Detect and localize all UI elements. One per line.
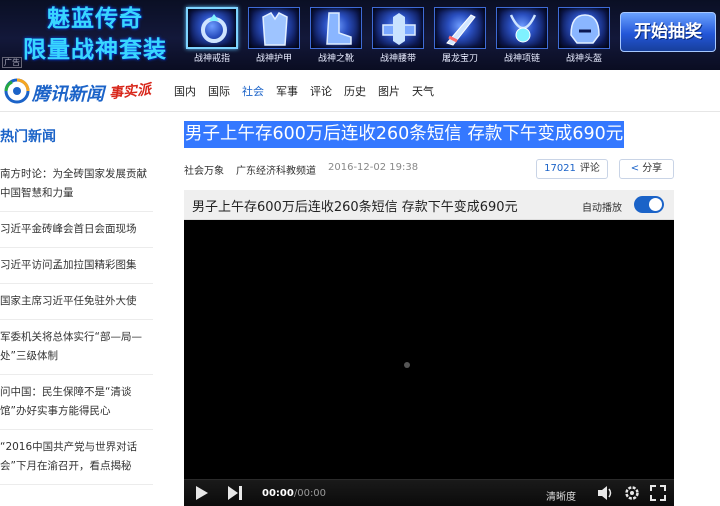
comment-button[interactable]: 17021 评论 (536, 159, 608, 179)
toggle-knob (649, 198, 662, 211)
equip-item-boots[interactable]: 战神之靴 (308, 5, 364, 65)
equip-item-helmet[interactable]: 战神头盔 (556, 5, 612, 65)
time-display: 00:00/00:00 (262, 488, 326, 499)
ring-icon (186, 7, 238, 49)
video-player[interactable]: 男子上午存600万后连收260条短信 存款下午变成690元 自动播放 00:00… (184, 190, 674, 506)
fullscreen-icon[interactable] (649, 484, 667, 502)
start-lottery-button[interactable]: 开始抽奖 (620, 12, 716, 52)
hot-news-list: 南方时论：为全砖国家发展贡献中国智慧和力量 习近平金砖峰会首日会面现场 习近平访… (0, 157, 153, 485)
time-total: /00:00 (293, 488, 327, 499)
equip-label: 战神之靴 (317, 54, 354, 64)
promo-line-1: 魅蓝传奇 (47, 5, 143, 32)
play-icon[interactable] (194, 484, 210, 502)
equip-label: 战神戒指 (193, 54, 230, 64)
share-label: 分享 (642, 163, 663, 174)
article-source[interactable]: 广东经济科教频道 (236, 162, 316, 177)
equip-item-necklace[interactable]: 战神项链 (494, 5, 550, 65)
list-item[interactable]: “2016中国共产党与世界对话会”下月在渝召开，看点揭秘 (0, 430, 153, 485)
equipment-list: 战神戒指 战神护甲 战神之靴 战神腰带 屠龙宝刀 战神项链 战神头盔 (184, 5, 614, 65)
sub-brand[interactable]: 事实派 (108, 79, 152, 103)
nav-item-domestic[interactable]: 国内 (174, 83, 196, 99)
autoplay-toggle[interactable] (634, 196, 664, 213)
article-category[interactable]: 社会万象 (184, 162, 224, 177)
list-item[interactable]: 问中国：民生保障不是“清谈馆”办好实事方能得民心 (0, 375, 153, 430)
nav-item-military[interactable]: 军事 (276, 83, 298, 99)
promo-text: 魅蓝传奇 限量战神套装 (10, 3, 180, 65)
video-title: 男子上午存600万后连收260条短信 存款下午变成690元 (192, 200, 518, 215)
article-meta: 社会万象 广东经济科教频道 2016-12-02 19:38 (184, 162, 418, 177)
list-item[interactable]: 军委机关将总体实行“部—局—处”三级体制 (0, 320, 153, 375)
settings-gear-icon[interactable] (623, 484, 641, 502)
promo-line-2: 限量战神套装 (23, 36, 167, 63)
nav-item-history[interactable]: 历史 (344, 83, 366, 99)
site-header: 腾讯新闻 事实派 国内 国际 社会 军事 评论 历史 图片 天气 (0, 70, 720, 112)
list-item[interactable]: 习近平金砖峰会首日会面现场 (0, 212, 153, 248)
nav-item-pictures[interactable]: 图片 (378, 83, 400, 99)
boots-icon (310, 7, 362, 49)
nav-item-weather[interactable]: 天气 (412, 83, 434, 99)
helmet-icon (558, 7, 610, 49)
quality-selector[interactable]: 清晰度 (546, 488, 576, 503)
nav-item-society[interactable]: 社会 (242, 83, 264, 99)
equip-label: 屠龙宝刀 (441, 54, 478, 64)
list-item[interactable]: 习近平访问孟加拉国精彩图集 (0, 248, 153, 284)
equip-label: 战神腰带 (379, 54, 416, 64)
equip-item-sword[interactable]: 屠龙宝刀 (432, 5, 488, 65)
hot-news-title: 热门新闻 (0, 129, 56, 145)
player-header: 男子上午存600万后连收260条短信 存款下午变成690元 自动播放 (184, 190, 674, 220)
comment-count: 17021 (544, 163, 576, 174)
equip-item-belt[interactable]: 战神腰带 (370, 5, 426, 65)
share-button[interactable]: < 分享 (619, 159, 674, 179)
loading-spinner-icon (404, 362, 410, 368)
comment-label: 评论 (579, 163, 600, 174)
ad-tag: 广告 (2, 57, 22, 68)
article-date: 2016-12-02 19:38 (328, 162, 419, 173)
list-item[interactable]: 南方时论：为全砖国家发展贡献中国智慧和力量 (0, 157, 153, 212)
tencent-news-logo-icon[interactable] (4, 78, 30, 104)
article-headline: 男子上午存600万后连收260条短信 存款下午变成690元 (184, 121, 625, 148)
sword-icon (434, 7, 486, 49)
equip-item-armor[interactable]: 战神护甲 (246, 5, 302, 65)
volume-icon[interactable] (596, 484, 614, 502)
share-icon: < (630, 163, 640, 174)
main-nav: 国内 国际 社会 军事 评论 历史 图片 天气 (174, 83, 446, 99)
armor-icon (248, 7, 300, 49)
nav-item-commentary[interactable]: 评论 (310, 83, 332, 99)
nav-item-international[interactable]: 国际 (208, 83, 230, 99)
next-icon[interactable] (226, 484, 244, 502)
belt-icon (372, 7, 424, 49)
top-banner-ad[interactable]: 魅蓝传奇 限量战神套装 广告 战神戒指 战神护甲 战神之靴 战神腰带 屠龙宝刀 … (0, 0, 720, 70)
necklace-icon (496, 7, 548, 49)
brand-name[interactable]: 腾讯新闻 (32, 80, 104, 106)
list-item[interactable]: 国家主席习近平任免驻外大使 (0, 284, 153, 320)
time-current: 00:00 (262, 488, 294, 499)
player-controls: 00:00/00:00 清晰度 (184, 479, 674, 506)
equip-label: 战神项链 (503, 54, 540, 64)
equip-label: 战神护甲 (255, 54, 292, 64)
autoplay-label: 自动播放 (582, 203, 622, 214)
equip-label: 战神头盔 (565, 54, 602, 64)
equip-item-ring[interactable]: 战神戒指 (184, 5, 240, 65)
